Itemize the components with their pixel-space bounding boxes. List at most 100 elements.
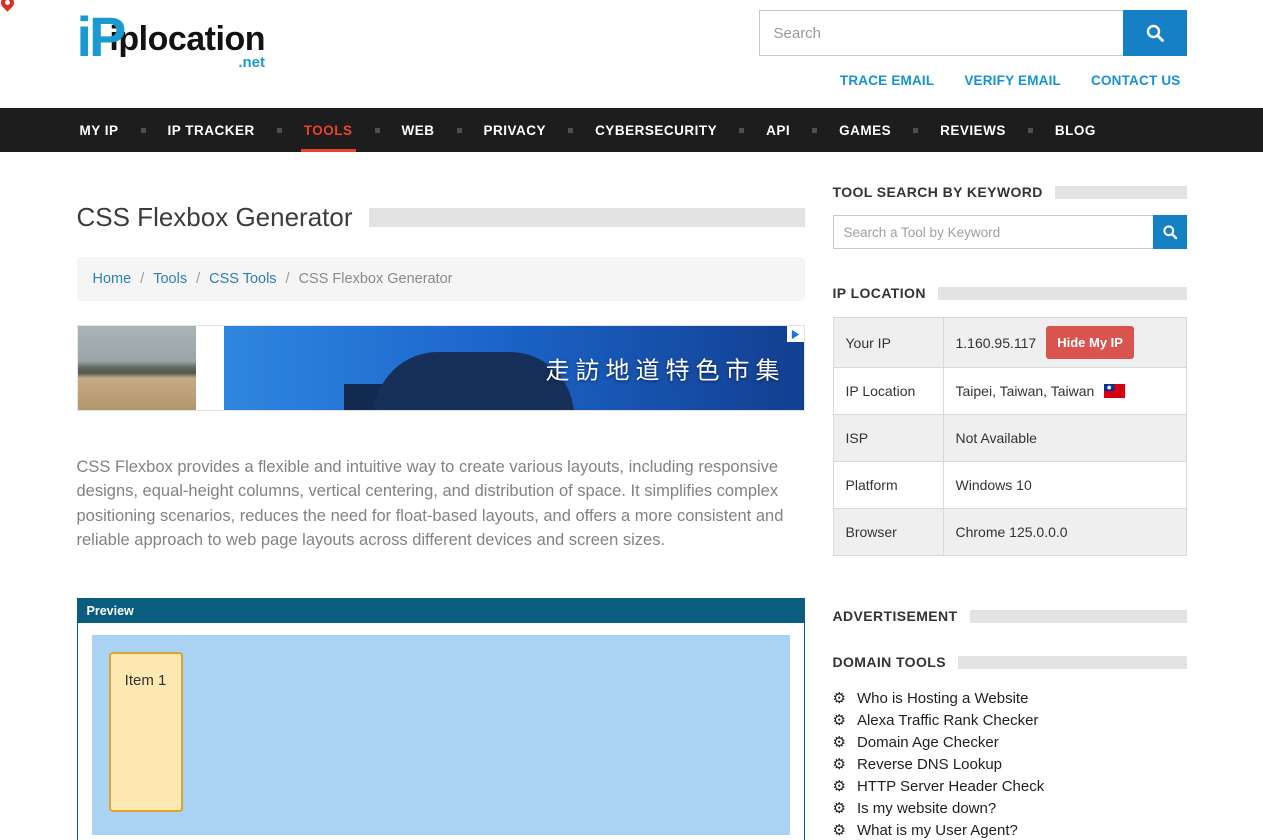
your-ip-label: Your IP: [834, 318, 944, 367]
breadcrumb-separator: [131, 271, 153, 287]
ad-banner[interactable]: 走訪地道特色市集: [77, 325, 805, 411]
nav-separator: [457, 128, 462, 133]
ip-location-heading-row: IP LOCATION: [833, 285, 1187, 301]
domain-tool-user-agent[interactable]: ⚙ What is my User Agent?: [833, 819, 1187, 840]
search-icon: [1162, 224, 1178, 240]
domain-tool-alexa-rank[interactable]: ⚙ Alexa Traffic Rank Checker: [833, 709, 1187, 731]
nav-item-privacy[interactable]: PRIVACY: [481, 108, 550, 152]
domain-tool-label: What is my User Agent?: [857, 822, 1018, 839]
domain-tool-reverse-dns[interactable]: ⚙ Reverse DNS Lookup: [833, 753, 1187, 775]
ad-dome-silhouette: [374, 352, 574, 410]
breadcrumb-tools[interactable]: Tools: [153, 271, 187, 287]
isp-label: ISP: [834, 415, 944, 461]
tool-search-heading: TOOL SEARCH BY KEYWORD: [833, 184, 1043, 200]
taiwan-flag-icon: [1104, 384, 1125, 398]
gear-icon: ⚙: [833, 757, 846, 772]
domain-tool-http-header[interactable]: ⚙ HTTP Server Header Check: [833, 775, 1187, 797]
tool-search-input[interactable]: [833, 215, 1153, 249]
nav-item-blog[interactable]: BLOG: [1052, 108, 1099, 152]
gear-icon: ⚙: [833, 735, 846, 750]
browser-value: Chrome 125.0.0.0: [956, 524, 1068, 540]
table-row: Your IP 1.160.95.117 Hide My IP: [834, 318, 1186, 367]
intro-paragraph: CSS Flexbox provides a flexible and intu…: [77, 455, 805, 552]
table-row: Browser Chrome 125.0.0.0: [834, 508, 1186, 555]
search-icon: [1145, 23, 1165, 43]
nav-item-cybersecurity[interactable]: CYBERSECURITY: [592, 108, 720, 152]
nav-item-api[interactable]: API: [763, 108, 793, 152]
isp-value: Not Available: [956, 430, 1037, 446]
header-search-button[interactable]: [1123, 10, 1187, 56]
nav-separator: [1028, 128, 1033, 133]
gear-icon: ⚙: [833, 779, 846, 794]
table-row: IP Location Taipei, Taiwan, Taiwan: [834, 367, 1186, 414]
preview-panel: Preview Item 1: [77, 598, 805, 840]
main-column: CSS Flexbox Generator Home Tools CSS Too…: [77, 178, 805, 840]
nav-separator: [739, 128, 744, 133]
advertisement-heading: ADVERTISEMENT: [833, 608, 958, 624]
nav-item-tools[interactable]: TOOLS: [301, 108, 356, 152]
trace-email-link[interactable]: TRACE EMAIL: [840, 73, 934, 88]
flexbox-preview-item[interactable]: Item 1: [109, 652, 183, 812]
platform-value: Windows 10: [956, 477, 1032, 493]
site-logo[interactable]: iP iplocation .net: [77, 10, 265, 88]
hide-my-ip-button[interactable]: Hide My IP: [1046, 326, 1134, 359]
breadcrumb-separator: [277, 271, 299, 287]
your-ip-value: 1.160.95.117: [956, 335, 1037, 351]
adchoices-triangle-icon: [790, 329, 801, 340]
tool-search-button[interactable]: [1153, 215, 1187, 249]
domain-tool-website-down[interactable]: ⚙ Is my website down?: [833, 797, 1187, 819]
breadcrumb-home[interactable]: Home: [93, 271, 132, 287]
domain-tool-label: Reverse DNS Lookup: [857, 756, 1002, 773]
gear-icon: ⚙: [833, 823, 846, 838]
contact-us-link[interactable]: CONTACT US: [1091, 73, 1181, 88]
flexbox-preview-container: Item 1: [92, 635, 790, 835]
ip-location-value: Taipei, Taiwan, Taiwan: [956, 383, 1095, 399]
advertisement-heading-row: ADVERTISEMENT: [833, 608, 1187, 624]
nav-item-web[interactable]: WEB: [399, 108, 438, 152]
nav-separator: [375, 128, 380, 133]
tool-search-bar: [833, 215, 1187, 249]
sidebar: TOOL SEARCH BY KEYWORD IP LOCATION Your …: [833, 178, 1187, 840]
heading-placeholder-bar: [938, 287, 1187, 300]
nav-separator: [141, 128, 146, 133]
logo-mark: iP: [77, 12, 124, 62]
verify-email-link[interactable]: VERIFY EMAIL: [964, 73, 1061, 88]
nav-item-ip-tracker[interactable]: IP TRACKER: [165, 108, 258, 152]
domain-tool-label: Is my website down?: [857, 800, 996, 817]
nav-item-my-ip[interactable]: MY IP: [77, 108, 122, 152]
preview-panel-title: Preview: [78, 599, 804, 623]
nav-separator: [568, 128, 573, 133]
heading-placeholder-bar: [1055, 186, 1187, 199]
domain-tools-list: ⚙ Who is Hosting a Website ⚙ Alexa Traff…: [833, 687, 1187, 840]
breadcrumb: Home Tools CSS Tools CSS Flexbox Generat…: [77, 257, 805, 301]
header-right: TRACE EMAIL VERIFY EMAIL CONTACT US: [759, 10, 1187, 88]
table-row: Platform Windows 10: [834, 461, 1186, 508]
nav-item-reviews[interactable]: REVIEWS: [937, 108, 1009, 152]
heading-placeholder-bar: [970, 610, 1187, 623]
breadcrumb-separator: [187, 271, 209, 287]
nav-item-games[interactable]: GAMES: [836, 108, 894, 152]
logo-text: iplocation .net: [109, 20, 265, 71]
adchoices-icon[interactable]: [787, 326, 804, 342]
ad-main-image: 走訪地道特色市集: [224, 326, 804, 410]
header-links: TRACE EMAIL VERIFY EMAIL CONTACT US: [840, 73, 1187, 88]
ip-location-heading: IP LOCATION: [833, 285, 926, 301]
domain-tool-domain-age[interactable]: ⚙ Domain Age Checker: [833, 731, 1187, 753]
preview-panel-body: Item 1: [78, 623, 804, 840]
platform-label: Platform: [834, 462, 944, 508]
domain-tools-heading-row: DOMAIN TOOLS: [833, 654, 1187, 670]
domain-tool-hosting[interactable]: ⚙ Who is Hosting a Website: [833, 687, 1187, 709]
ad-caption-text: 走訪地道特色市集: [546, 351, 786, 386]
header-search-bar: [759, 10, 1187, 56]
tool-search-heading-row: TOOL SEARCH BY KEYWORD: [833, 184, 1187, 200]
main-nav: MY IP IP TRACKER TOOLS WEB PRIVACY CYBER…: [0, 108, 1263, 152]
domain-tools-heading: DOMAIN TOOLS: [833, 654, 946, 670]
domain-tool-label: Who is Hosting a Website: [857, 690, 1028, 707]
breadcrumb-current: CSS Flexbox Generator: [299, 271, 453, 287]
gear-icon: ⚙: [833, 713, 846, 728]
breadcrumb-css-tools[interactable]: CSS Tools: [209, 271, 276, 287]
page-title: CSS Flexbox Generator: [77, 202, 353, 233]
ip-location-label: IP Location: [834, 368, 944, 414]
nav-separator: [277, 128, 282, 133]
header-search-input[interactable]: [759, 10, 1123, 56]
